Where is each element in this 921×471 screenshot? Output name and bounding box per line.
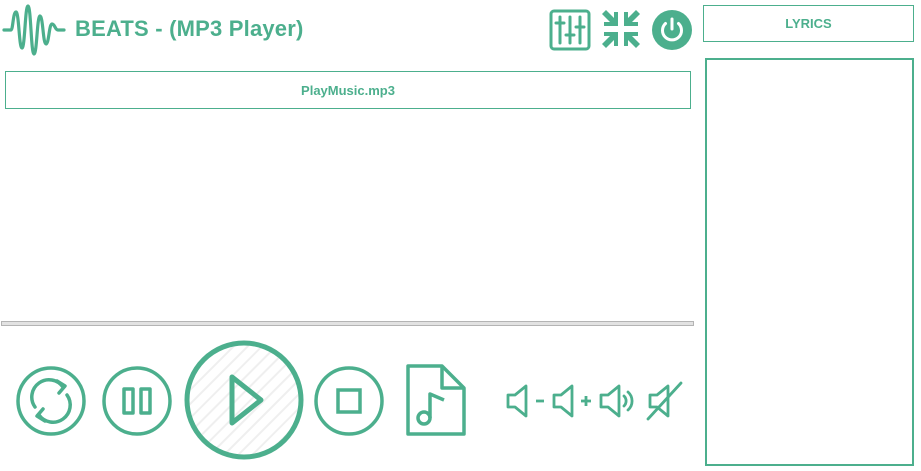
lyrics-button[interactable]: LYRICS bbox=[703, 5, 914, 42]
pause-icon bbox=[102, 366, 172, 436]
volume-up-button[interactable] bbox=[550, 382, 598, 420]
pause-button[interactable] bbox=[101, 365, 173, 437]
music-file-icon bbox=[406, 364, 466, 436]
stop-button[interactable] bbox=[313, 365, 385, 437]
power-icon bbox=[652, 10, 692, 50]
stop-icon bbox=[314, 366, 384, 436]
repeat-button[interactable] bbox=[15, 365, 87, 437]
file-name: PlayMusic.mp3 bbox=[301, 82, 395, 98]
equalizer-sliders-icon bbox=[549, 9, 591, 51]
power-button[interactable] bbox=[651, 9, 693, 51]
mute-icon bbox=[646, 381, 683, 421]
soundwave-icon bbox=[2, 4, 66, 56]
volume-max-button[interactable] bbox=[597, 382, 639, 420]
repeat-icon bbox=[16, 366, 86, 436]
volume-down-icon bbox=[506, 384, 544, 418]
app-title: BEATS - (MP3 Player) bbox=[75, 16, 304, 41]
volume-max-icon bbox=[599, 384, 634, 418]
equalizer-button[interactable] bbox=[549, 9, 591, 51]
seek-bar[interactable] bbox=[1, 321, 694, 326]
playback-area bbox=[5, 110, 691, 320]
app-logo bbox=[2, 4, 66, 56]
compress-arrows-icon bbox=[602, 10, 640, 48]
mute-button[interactable] bbox=[645, 380, 685, 422]
volume-down-button[interactable] bbox=[504, 382, 550, 420]
lyrics-button-label: LYRICS bbox=[785, 16, 832, 31]
lyrics-panel bbox=[705, 58, 914, 466]
open-file-button[interactable] bbox=[402, 362, 470, 440]
minimize-button[interactable] bbox=[598, 6, 644, 52]
play-icon bbox=[184, 340, 304, 460]
play-button[interactable] bbox=[183, 339, 305, 461]
now-playing-bar: PlayMusic.mp3 bbox=[5, 71, 691, 109]
volume-up-icon bbox=[552, 384, 591, 418]
